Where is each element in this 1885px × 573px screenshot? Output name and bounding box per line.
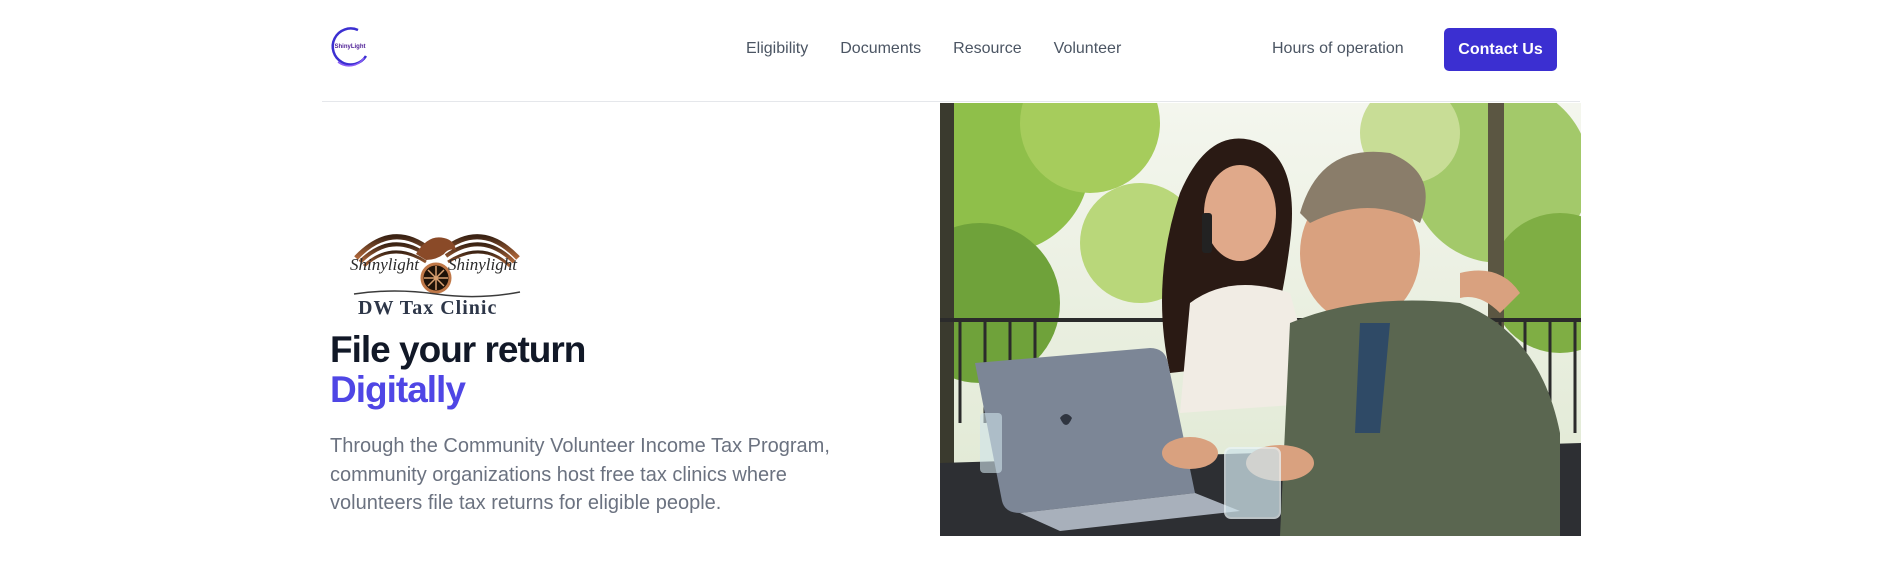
logo-brand-left: Shinylight xyxy=(350,255,420,274)
main-nav: Eligibility Documents Resource Volunteer xyxy=(746,40,1121,58)
hero-content: Shinylight Shinylight DW Tax Clinic File… xyxy=(330,220,890,518)
clinic-logo: Shinylight Shinylight DW Tax Clinic xyxy=(350,234,521,318)
logo-clinic-text: DW Tax Clinic xyxy=(358,297,497,318)
nav-resource[interactable]: Resource xyxy=(953,40,1021,58)
nav-documents[interactable]: Documents xyxy=(840,40,921,58)
headline-accent: Digitally xyxy=(330,369,466,410)
site-logo[interactable]: ShinyLight xyxy=(328,24,372,68)
hero-photo xyxy=(940,103,1581,536)
logo-brand-right: Shinylight xyxy=(448,255,518,274)
hours-of-operation-link[interactable]: Hours of operation xyxy=(1272,40,1404,58)
headline-line-1: File your return xyxy=(330,329,586,370)
contact-us-button[interactable]: Contact Us xyxy=(1444,28,1557,71)
site-header: ShinyLight Eligibility Documents Resourc… xyxy=(322,0,1580,102)
hero-description: Through the Community Volunteer Income T… xyxy=(330,435,830,514)
nav-volunteer[interactable]: Volunteer xyxy=(1054,40,1122,58)
page: ShinyLight Eligibility Documents Resourc… xyxy=(0,0,1885,573)
nav-eligibility[interactable]: Eligibility xyxy=(746,40,808,58)
hero-headline: File your return Digitally xyxy=(330,330,890,410)
couple-laptop-image xyxy=(940,103,1581,536)
logo-brand-text: ShinyLight xyxy=(335,44,366,50)
